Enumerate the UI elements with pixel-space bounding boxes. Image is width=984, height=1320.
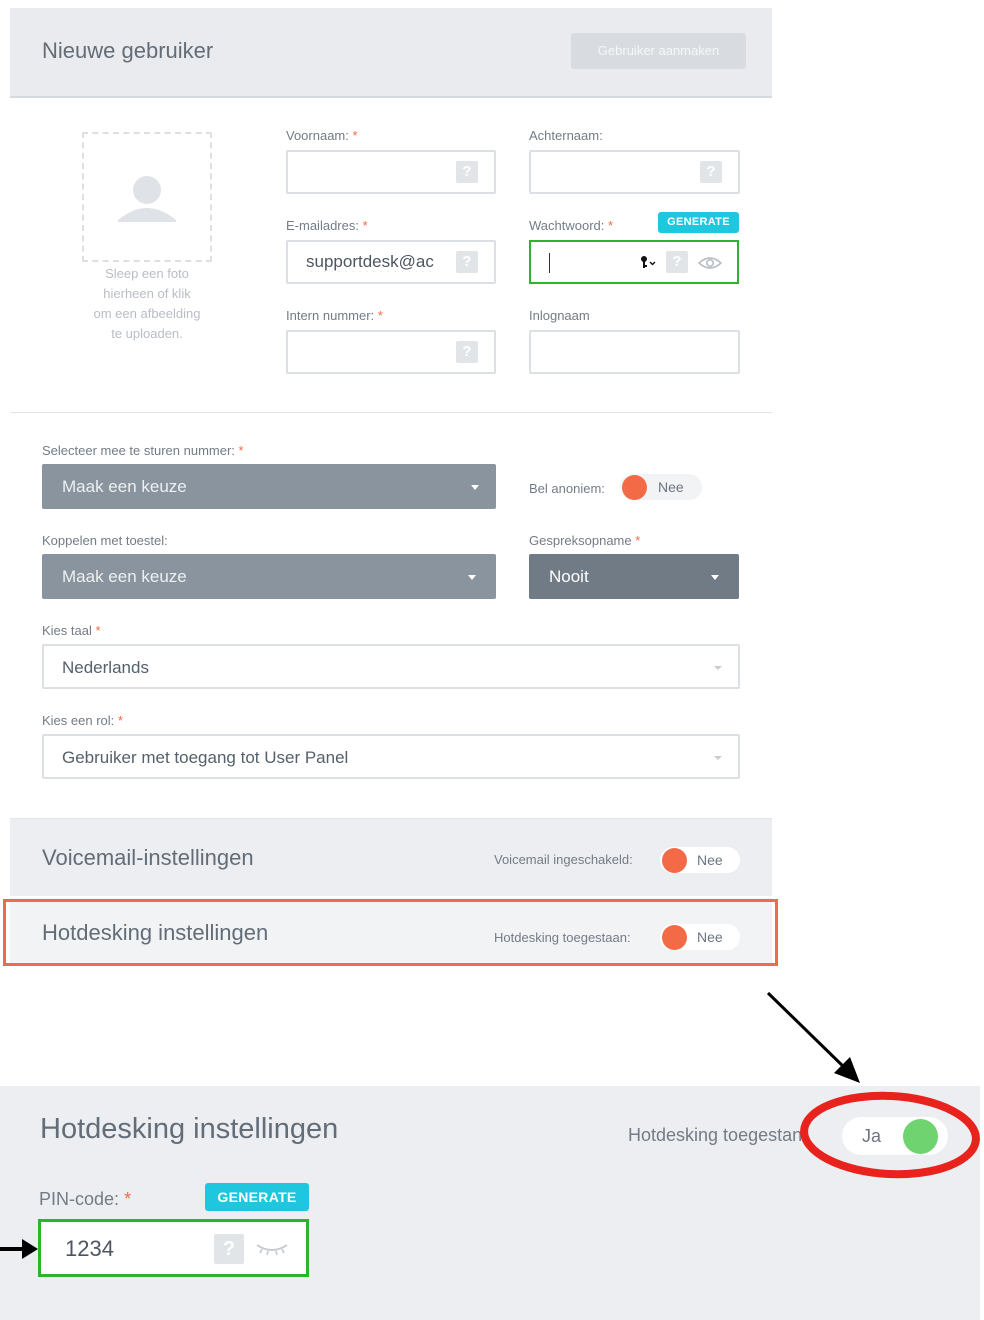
help-icon[interactable]: ? (456, 341, 478, 363)
chevron-down-icon (711, 575, 719, 580)
text-cursor (549, 253, 550, 273)
divider (10, 412, 772, 413)
password-input[interactable]: ? (529, 240, 739, 284)
zoom-hotdesking-title: Hotdesking instellingen (40, 1113, 339, 1145)
email-label: E-mailadres: * (286, 218, 368, 233)
pin-input[interactable]: 1234 ? (38, 1219, 309, 1277)
device-select[interactable]: Maak een keuze (42, 554, 496, 599)
photo-dropzone[interactable] (82, 132, 212, 262)
eye-closed-icon[interactable] (254, 1240, 290, 1258)
last-name-input[interactable]: ? (529, 150, 740, 194)
help-icon[interactable]: ? (456, 161, 478, 183)
password-manager-key-icon[interactable] (639, 254, 657, 270)
help-icon[interactable]: ? (214, 1234, 244, 1264)
last-name-label: Achternaam: (529, 128, 603, 143)
password-label: Wachtwoord: * (529, 218, 614, 233)
device-label: Koppelen met toestel: (42, 533, 168, 548)
annotation-arrow-icon (766, 991, 860, 1083)
anonymous-label: Bel anoniem: (529, 481, 605, 496)
login-name-label: Inlognaam (529, 308, 590, 323)
voicemail-title: Voicemail-instellingen (42, 845, 254, 870)
recording-select[interactable]: Nooit (529, 554, 739, 599)
language-select[interactable]: Nederlands (42, 644, 740, 689)
generate-password-button[interactable]: GENERATE (658, 212, 739, 233)
login-name-input[interactable] (529, 330, 740, 374)
email-value: supportdesk@ac (306, 252, 434, 271)
generate-pin-button[interactable]: GENERATE (205, 1183, 309, 1211)
internal-number-label: Intern nummer: * (286, 308, 383, 323)
chevron-down-icon (471, 485, 479, 490)
photo-hint: Sleep een foto hierheen of klik om een a… (93, 266, 201, 341)
highlight-frame (3, 899, 778, 966)
role-label: Kies een rol: * (42, 713, 123, 728)
help-icon[interactable]: ? (666, 251, 688, 273)
pin-value: 1234 (65, 1236, 114, 1261)
first-name-input[interactable]: ? (286, 150, 496, 194)
toggle-knob (662, 848, 687, 873)
send-number-label: Selecteer mee te sturen nummer: * (42, 443, 244, 458)
language-label: Kies taal * (42, 623, 101, 638)
page-title: Nieuwe gebruiker (42, 38, 214, 63)
zoom-toggle-label: Hotdesking toegestan: (628, 1125, 808, 1145)
toggle-knob (622, 475, 647, 500)
email-input[interactable]: supportdesk@ac ? (286, 240, 496, 284)
voicemail-section: Voicemail-instellingen Voicemail ingesch… (10, 818, 772, 896)
internal-number-input[interactable]: ? (286, 330, 496, 374)
annotation-circle-icon (800, 1091, 980, 1179)
help-icon[interactable]: ? (700, 161, 722, 183)
first-name-label: Voornaam: * (286, 128, 358, 143)
voicemail-toggle[interactable]: Nee (660, 847, 740, 873)
eye-icon[interactable] (697, 254, 723, 272)
annotation-arrow-right-icon (0, 1239, 38, 1259)
anonymous-toggle[interactable]: Nee (620, 474, 702, 500)
chevron-down-icon (714, 756, 722, 760)
help-icon[interactable]: ? (456, 251, 478, 273)
avatar-placeholder-icon (118, 176, 176, 222)
recording-label: Gespreksopname * (529, 533, 641, 548)
role-select[interactable]: Gebruiker met toegang tot User Panel (42, 734, 740, 779)
chevron-down-icon (468, 575, 476, 580)
pin-label: PIN-code: * (39, 1189, 132, 1209)
send-number-select[interactable]: Maak een keuze (42, 464, 496, 509)
create-user-button[interactable]: Gebruiker aanmaken (571, 33, 746, 69)
voicemail-toggle-label: Voicemail ingeschakeld: (494, 852, 633, 867)
chevron-down-icon (714, 666, 722, 670)
